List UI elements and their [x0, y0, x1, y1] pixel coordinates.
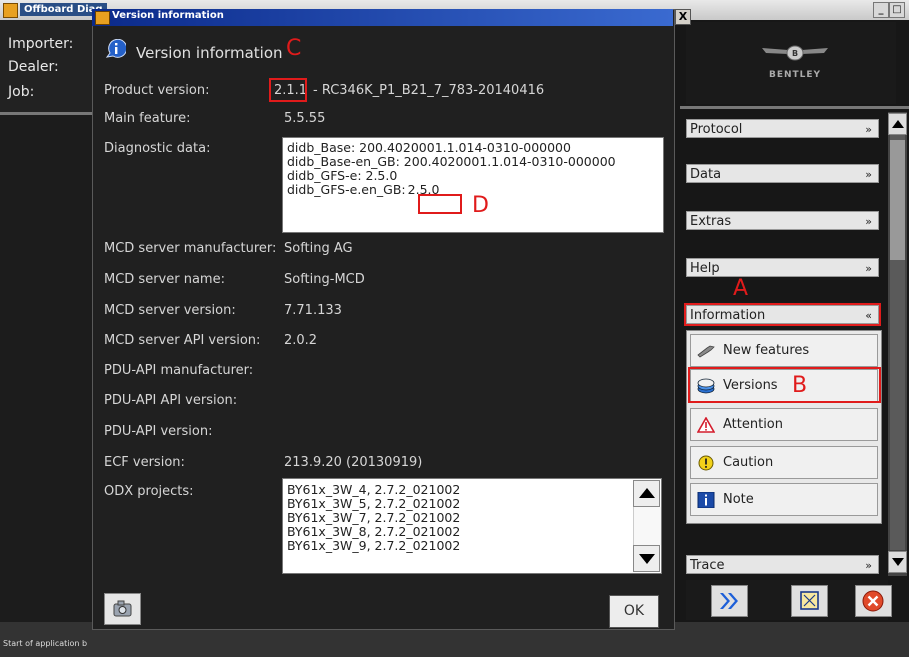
annotation-box-d	[418, 194, 462, 214]
mcd-server-manufacturer-label: MCD server manufacturer:	[104, 241, 277, 256]
annotation-letter-a: A	[733, 276, 749, 301]
left-divider	[0, 112, 93, 115]
product-version-detail: - RC346K_P1_B21_7_783-20140416	[313, 83, 545, 98]
maximize-button[interactable]: □	[889, 2, 905, 18]
ok-button[interactable]: OK	[609, 595, 659, 628]
dialog-close-button[interactable]: X	[675, 9, 691, 25]
section-trace[interactable]: Trace »	[686, 555, 879, 574]
section-label: Protocol	[690, 122, 743, 137]
section-label: Help	[690, 261, 720, 276]
info-item-new-features[interactable]: New features	[690, 334, 878, 367]
section-data[interactable]: Data »	[686, 164, 879, 183]
annotation-box-a	[684, 303, 881, 326]
diagnostic-data-line: didb_Base-en_GB: 200.4020001.1.014-0310-…	[287, 154, 616, 169]
wrench-icon	[697, 345, 715, 358]
ecf-version-value: 213.9.20 (20130919)	[284, 455, 423, 470]
diagnostic-data-label: Diagnostic data:	[104, 141, 211, 156]
pdu-api-version-label: PDU-API version:	[104, 424, 213, 439]
scrollbar-thumb[interactable]	[890, 140, 905, 260]
mcd-server-api-version-label: MCD server API version:	[104, 333, 261, 348]
section-protocol[interactable]: Protocol »	[686, 119, 879, 138]
odx-project-item[interactable]: BY61x_3W_5, 2.7.2_021002	[287, 497, 657, 511]
scroll-down-button[interactable]	[888, 551, 907, 573]
mcd-server-version-value: 7.71.133	[284, 303, 342, 318]
annotation-box-b	[688, 367, 881, 403]
odx-projects-list[interactable]: BY61x_3W_4, 2.7.2_021002 BY61x_3W_5, 2.7…	[282, 478, 662, 574]
exit-button[interactable]	[855, 585, 892, 617]
camera-icon	[113, 600, 132, 617]
exclamation-circle-icon	[698, 455, 714, 471]
mcd-server-name-value: Softing-MCD	[284, 272, 365, 287]
odx-project-item[interactable]: BY61x_3W_9, 2.7.2_021002	[287, 539, 657, 553]
odx-project-item[interactable]: BY61x_3W_8, 2.7.2_021002	[287, 525, 657, 539]
chevron-down-icon: »	[865, 559, 872, 572]
diagnostic-last-prefix: didb_GFS-e.en_GB:	[287, 182, 406, 197]
right-divider	[680, 106, 909, 109]
odx-scroll-up-button[interactable]	[633, 480, 660, 507]
forward-button[interactable]	[711, 585, 748, 617]
info-item-label: Caution	[723, 455, 774, 470]
pdu-api-manufacturer-label: PDU-API manufacturer:	[104, 363, 254, 378]
frame-select-icon	[800, 591, 819, 610]
importer-label: Importer:	[8, 36, 74, 52]
odx-project-item[interactable]: BY61x_3W_7, 2.7.2_021002	[287, 511, 657, 525]
main-feature-value: 5.5.55	[284, 111, 326, 126]
info-square-icon	[697, 492, 715, 508]
svg-text:B: B	[792, 49, 798, 58]
bentley-wings-logo: B	[762, 45, 828, 61]
product-version-label: Product version:	[104, 83, 210, 98]
info-item-attention[interactable]: Attention	[690, 408, 878, 441]
odx-project-item[interactable]: BY61x_3W_4, 2.7.2_021002	[287, 483, 657, 497]
diagnostic-data-line: didb_Base: 200.4020001.1.014-0310-000000	[287, 140, 571, 155]
warning-triangle-icon	[697, 417, 715, 433]
mcd-server-name-label: MCD server name:	[104, 272, 225, 287]
close-circle-icon	[862, 590, 884, 612]
odx-scrollbar-track[interactable]	[633, 507, 661, 545]
section-extras[interactable]: Extras »	[686, 211, 879, 230]
mcd-server-version-label: MCD server version:	[104, 303, 236, 318]
mcd-server-manufacturer-value: Softing AG	[284, 241, 353, 256]
info-item-note[interactable]: Note	[690, 483, 878, 516]
chevron-down-icon: »	[865, 168, 872, 181]
diagnostic-data-box[interactable]: didb_Base: 200.4020001.1.014-0310-000000…	[282, 137, 664, 233]
section-label: Extras	[690, 214, 732, 229]
odx-scroll-down-button[interactable]	[633, 545, 660, 572]
minimize-button[interactable]: _	[873, 2, 889, 18]
dialog-app-icon	[95, 11, 110, 25]
chevron-down-icon: »	[865, 123, 872, 136]
scroll-up-button[interactable]	[888, 113, 907, 135]
ecf-version-label: ECF version:	[104, 455, 185, 470]
annotation-box-c	[269, 78, 307, 102]
screenshot-frame-button[interactable]	[791, 585, 828, 617]
odx-projects-label: ODX projects:	[104, 484, 194, 499]
section-label: Data	[690, 167, 722, 182]
info-item-label: New features	[723, 343, 810, 358]
dialog-title: Version information	[112, 10, 224, 21]
info-item-caution[interactable]: Caution	[690, 446, 878, 479]
app-icon	[3, 3, 18, 18]
section-label: Trace	[690, 558, 725, 573]
annotation-letter-d: D	[472, 193, 489, 218]
dealer-label: Dealer:	[8, 59, 59, 75]
annotation-letter-b: B	[792, 373, 808, 398]
section-help[interactable]: Help »	[686, 258, 879, 277]
info-item-label: Note	[723, 492, 754, 507]
chevron-down-icon: »	[865, 215, 872, 228]
status-text: Start of application b	[3, 639, 88, 648]
pdu-api-api-version-label: PDU-API API version:	[104, 393, 238, 408]
brand-name: BENTLEY	[768, 70, 822, 80]
main-feature-label: Main feature:	[104, 111, 191, 126]
diagnostic-data-line: didb_GFS-e: 2.5.0	[287, 168, 398, 183]
info-item-label: Attention	[723, 417, 783, 432]
chevron-down-icon: »	[865, 262, 872, 275]
dialog-header: Version information	[136, 44, 283, 62]
annotation-letter-c: C	[286, 36, 302, 61]
job-label: Job:	[8, 84, 35, 100]
double-chevron-right-icon	[720, 593, 738, 609]
mcd-server-api-version-value: 2.0.2	[284, 333, 318, 348]
screenshot-button[interactable]	[104, 593, 141, 625]
info-bubble-icon	[105, 39, 126, 58]
